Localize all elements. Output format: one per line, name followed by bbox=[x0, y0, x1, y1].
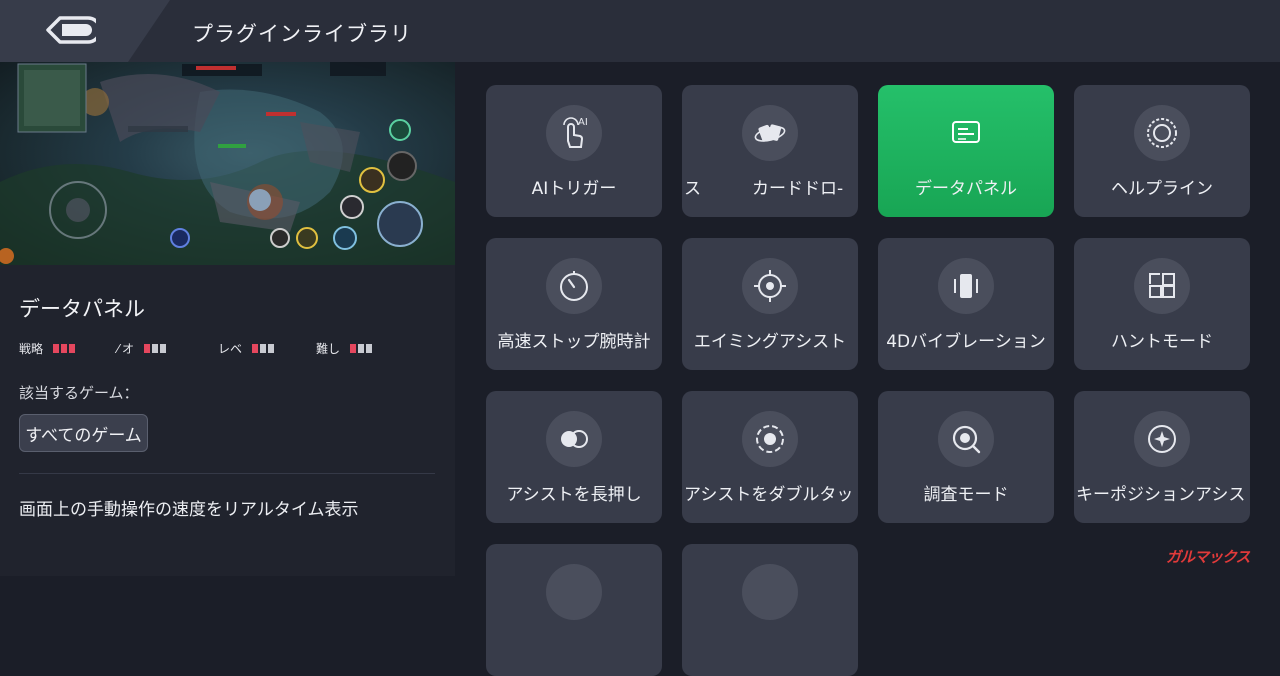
rating-label: 難し bbox=[316, 342, 341, 356]
plugin-tile-aim-assist[interactable]: エイミングアシスト bbox=[682, 238, 858, 370]
rating-bars bbox=[142, 344, 167, 353]
rating-difficulty: 難し bbox=[316, 340, 373, 357]
plugin-tile-data-panel[interactable]: データパネル bbox=[878, 85, 1054, 217]
plugin-tile-row4-2[interactable] bbox=[682, 544, 858, 676]
page-title: プラグインライブラリ bbox=[192, 22, 412, 46]
plugin-label: アシストを長押し bbox=[506, 485, 642, 505]
plugin-tile-ai-trigger[interactable]: AI AIトリガー bbox=[486, 85, 662, 217]
double-tap-icon bbox=[742, 411, 798, 467]
plugin-icon bbox=[742, 564, 798, 620]
rating-bars bbox=[250, 344, 275, 353]
stopwatch-icon bbox=[546, 258, 602, 314]
key-position-icon bbox=[1134, 411, 1190, 467]
plugin-label: ス カードドロ- bbox=[684, 179, 844, 199]
plugin-tile-investigation-mode[interactable]: 調査モード bbox=[878, 391, 1054, 523]
rating-level: レベ bbox=[218, 340, 275, 357]
plugin-title: データパネル bbox=[19, 297, 145, 321]
divider bbox=[19, 473, 435, 474]
plugin-label: ヘルプライン bbox=[1111, 179, 1213, 199]
plugin-tile-hunt-mode[interactable]: ハントモード bbox=[1074, 238, 1250, 370]
plugin-label: 調査モード bbox=[923, 485, 1009, 505]
rating-strategy: 戦略 bbox=[19, 340, 76, 357]
site-watermark: ガルマックス bbox=[1166, 548, 1251, 566]
ai-touch-icon: AI bbox=[546, 105, 602, 161]
data-panel-icon bbox=[938, 105, 994, 161]
game-chip-all[interactable]: すべてのゲーム bbox=[19, 414, 148, 452]
plugin-label: ハントモード bbox=[1111, 332, 1213, 352]
slash-mark: ⁄ bbox=[117, 341, 120, 356]
card-icon bbox=[742, 105, 798, 161]
back-button[interactable] bbox=[0, 0, 170, 62]
rating-operation: ⁄ オ bbox=[117, 340, 167, 357]
rating-label: オ bbox=[122, 342, 135, 356]
plugin-tile-long-press-assist[interactable]: アシストを長押し bbox=[486, 391, 662, 523]
rating-label: 戦略 bbox=[19, 342, 44, 356]
plugin-description: 画面上の手動操作の速度をリアルタイム表示 bbox=[19, 500, 359, 520]
plugin-tile-card-draw[interactable]: ス カードドロ- bbox=[682, 85, 858, 217]
plugin-detail-panel: データパネル 戦略 ⁄ オ レベ 難し 該当するゲーム： すべてのゲーム 画面上… bbox=[0, 62, 455, 576]
plugin-label: キーポジションアシス bbox=[1076, 485, 1246, 505]
rating-row: 戦略 ⁄ オ レベ 難し bbox=[19, 340, 439, 360]
plugin-tile-double-tap-assist[interactable]: アシストをダブルタッ bbox=[682, 391, 858, 523]
top-bar: プラグインライブラリ bbox=[0, 0, 1280, 62]
rating-bars bbox=[51, 344, 76, 353]
long-press-icon bbox=[546, 411, 602, 467]
plugin-grid: AI AIトリガー ス カードドロ- データパネル ヘルプライン 高速ストップ腕… bbox=[455, 62, 1280, 676]
helpline-icon bbox=[1134, 105, 1190, 161]
svg-text:AI: AI bbox=[578, 117, 588, 128]
plugin-label: 4Dバイブレーション bbox=[886, 332, 1046, 352]
game-preview-image bbox=[0, 62, 455, 265]
rating-label: レベ bbox=[218, 342, 243, 356]
plugin-label: AIトリガー bbox=[531, 179, 617, 199]
plugin-label: 高速ストップ腕時計 bbox=[497, 332, 651, 352]
plugin-label: データパネル bbox=[915, 179, 1017, 199]
plugin-label: エイミングアシスト bbox=[693, 332, 847, 352]
applicable-games-label: 該当するゲーム： bbox=[19, 384, 139, 402]
vibration-icon bbox=[938, 258, 994, 314]
plugin-tile-key-position-assist[interactable]: キーポジションアシス bbox=[1074, 391, 1250, 523]
plugin-tile-4d-vibration[interactable]: 4Dバイブレーション bbox=[878, 238, 1054, 370]
search-mode-icon bbox=[938, 411, 994, 467]
plugin-label: アシストをダブルタッ bbox=[684, 485, 854, 505]
plugin-tile-helpline[interactable]: ヘルプライン bbox=[1074, 85, 1250, 217]
back-icon bbox=[46, 16, 96, 44]
hunt-icon bbox=[1134, 258, 1190, 314]
rating-bars bbox=[348, 344, 373, 353]
plugin-icon bbox=[546, 564, 602, 620]
plugin-tile-row4-1[interactable] bbox=[486, 544, 662, 676]
plugin-tile-stopwatch[interactable]: 高速ストップ腕時計 bbox=[486, 238, 662, 370]
crosshair-icon bbox=[742, 258, 798, 314]
